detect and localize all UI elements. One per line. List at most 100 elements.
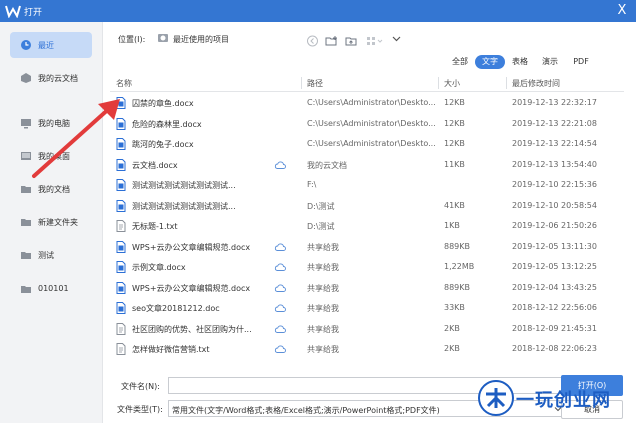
table-row[interactable]: 无标题-1.txt D:\测试 1KB 2019-12-06 21:50:26 xyxy=(110,216,624,236)
sidebar-item-cloud-docs[interactable]: 我的云文档 xyxy=(10,65,92,91)
filetype-label: 文件类型(T): xyxy=(117,405,163,414)
file-size: 12KB xyxy=(444,98,465,107)
filename-label: 文件名(N): xyxy=(121,382,160,391)
table-row[interactable]: 云文档.docx 我的云文档 11KB 2019-12-13 13:54:40 xyxy=(110,155,624,175)
watermark-text: 一玩创业网 xyxy=(516,390,611,411)
column-header-path[interactable]: 路径 xyxy=(307,78,323,89)
sidebar-item-test[interactable]: 测试 xyxy=(10,242,92,268)
column-header-name[interactable]: 名称 xyxy=(116,78,132,89)
file-size: 1,22MB xyxy=(444,262,475,271)
table-row[interactable]: 怎样做好微信营销.txt 共享给我 2KB 2018-12-08 22:06:23 xyxy=(110,339,624,359)
file-path: 共享给我 xyxy=(307,283,339,293)
folder-icon xyxy=(21,252,31,259)
file-date: 2019-12-13 22:21:08 xyxy=(512,118,597,128)
word-doc-icon xyxy=(116,281,126,294)
sidebar-item-label: 010101 xyxy=(38,284,69,293)
sidebar-item-new-folder[interactable]: 新建文件夹 xyxy=(10,209,92,235)
file-size: 889KB xyxy=(444,282,471,292)
close-button[interactable]: X xyxy=(614,3,630,19)
column-header-size[interactable]: 大小 xyxy=(444,78,460,89)
sidebar-item-label: 测试 xyxy=(38,251,54,260)
file-size: 2KB xyxy=(444,344,460,353)
filter-label: 文字 xyxy=(482,57,498,66)
sidebar-item-010101[interactable]: 010101 xyxy=(10,276,92,302)
folder-icon xyxy=(21,186,31,193)
table-row[interactable]: 社区团购的优势、社区团购为什... 共享给我 2KB 2018-12-09 21:45… xyxy=(110,319,624,339)
cloud-icon xyxy=(274,243,286,251)
word-doc-icon xyxy=(116,302,126,314)
sidebar-item-label: 新建文件夹 xyxy=(38,218,78,227)
file-date: 2019-12-13 13:54:40 xyxy=(512,159,597,169)
back-icon[interactable] xyxy=(306,35,319,47)
column-divider[interactable] xyxy=(301,77,302,89)
filter-presentation[interactable]: 演示 xyxy=(536,55,564,69)
file-name: 怎样做好微信营销.txt xyxy=(132,345,210,354)
file-name: WPS+云办公文章编辑规范.docx xyxy=(132,242,251,252)
file-path: 共享给我 xyxy=(307,345,339,354)
file-size: 12KB xyxy=(444,118,465,128)
file-name: 测试测试测试测试测试测试... xyxy=(132,201,236,211)
close-icon: X xyxy=(617,3,627,18)
file-name: 危险的森林里.docx xyxy=(132,119,202,129)
column-divider[interactable] xyxy=(506,77,507,89)
text-file-icon xyxy=(116,343,126,355)
recent-location-icon xyxy=(158,34,168,42)
file-path: F:\ xyxy=(307,180,317,189)
file-path: C:\Users\Administrator\Deskto... xyxy=(307,139,436,148)
table-row[interactable]: 测试测试测试测试测试测试... F:\ 2019-12-10 22:15:36 xyxy=(110,175,624,195)
filter-writer[interactable]: 文字 xyxy=(475,55,505,69)
file-date: 2019-12-10 20:58:54 xyxy=(512,200,597,210)
location-value: 最近使用的项目 xyxy=(173,35,229,44)
sidebar: 最近 我的云文档 我的电脑 我的桌面 我的文档 新建文件夹 测试 010101 xyxy=(0,22,103,423)
table-row[interactable]: 囚禁的章鱼.docx C:\Users\Administrator\Deskto.… xyxy=(110,93,624,113)
file-date: 2018-12-08 22:06:23 xyxy=(512,344,597,353)
file-path: 共享给我 xyxy=(307,304,339,313)
file-size: 41KB xyxy=(444,200,465,210)
column-divider[interactable] xyxy=(438,77,439,89)
file-name: 跳河的兔子.docx xyxy=(132,140,194,149)
file-date: 2018-12-09 21:45:31 xyxy=(512,323,597,333)
file-path: C:\Users\Administrator\Deskto... xyxy=(307,118,436,128)
filter-spreadsheet[interactable]: 表格 xyxy=(506,55,534,69)
view-mode-icon[interactable] xyxy=(366,35,384,47)
filter-label: 表格 xyxy=(512,57,528,66)
sidebar-item-recent[interactable]: 最近 xyxy=(10,32,92,58)
red-arrow-annotation xyxy=(32,99,120,178)
file-date: 2018-12-12 22:56:06 xyxy=(512,303,597,312)
cloud-icon xyxy=(274,263,286,271)
table-row[interactable]: seo文章20181212.doc 共享给我 33KB 2018-12-12 22:5… xyxy=(110,298,624,318)
filter-label: PDF xyxy=(573,57,589,66)
folder-icon xyxy=(21,219,31,226)
filter-label: 全部 xyxy=(452,57,468,66)
location-bar: 位置(I): 最近使用的项目 xyxy=(103,22,636,54)
watermark-logo-icon xyxy=(478,380,514,416)
table-header: 名称 路径 大小 最后修改时间 xyxy=(110,74,624,92)
table-row[interactable]: WPS+云办公文章编辑规范.docx 共享给我 889KB 2019-12-04 13… xyxy=(110,278,624,298)
upload-icon[interactable] xyxy=(345,35,358,47)
column-header-date[interactable]: 最后修改时间 xyxy=(512,78,560,89)
sidebar-item-label: 最近 xyxy=(38,41,54,50)
filter-all[interactable]: 全部 xyxy=(446,55,474,69)
file-date: 2019-12-05 13:12:25 xyxy=(512,262,597,271)
file-date: 2019-12-13 22:14:54 xyxy=(512,139,597,148)
cloud-icon xyxy=(274,345,286,353)
chevron-down-icon xyxy=(392,36,401,42)
table-row[interactable]: 跳河的兔子.docx C:\Users\Administrator\Deskto.… xyxy=(110,134,624,154)
table-row[interactable]: 危险的森林里.docx C:\Users\Administrator\Deskto… xyxy=(110,114,624,134)
table-row[interactable]: WPS+云办公文章编辑规范.docx 共享给我 889KB 2019-12-05 13… xyxy=(110,237,624,257)
file-size: 12KB xyxy=(444,139,465,148)
table-row[interactable]: 测试测试测试测试测试测试... D:\测试 41KB 2019-12-10 20:58… xyxy=(110,196,624,216)
file-name: 云文档.docx xyxy=(132,160,178,170)
location-label: 位置(I): xyxy=(118,35,146,44)
file-size: 33KB xyxy=(444,303,465,312)
cloud-doc-icon xyxy=(21,73,31,83)
cloud-icon xyxy=(274,304,286,312)
file-date: 2019-12-10 22:15:36 xyxy=(512,180,597,189)
cloud-icon xyxy=(274,284,286,292)
new-folder-icon[interactable] xyxy=(325,35,338,47)
file-path: 共享给我 xyxy=(307,324,339,334)
table-row[interactable]: 示例文章.docx 共享给我 1,22MB 2019-12-05 13:12:25 xyxy=(110,257,624,277)
file-name: seo文章20181212.doc xyxy=(132,304,220,313)
filter-pdf[interactable]: PDF xyxy=(566,55,596,69)
word-doc-icon xyxy=(116,261,126,273)
